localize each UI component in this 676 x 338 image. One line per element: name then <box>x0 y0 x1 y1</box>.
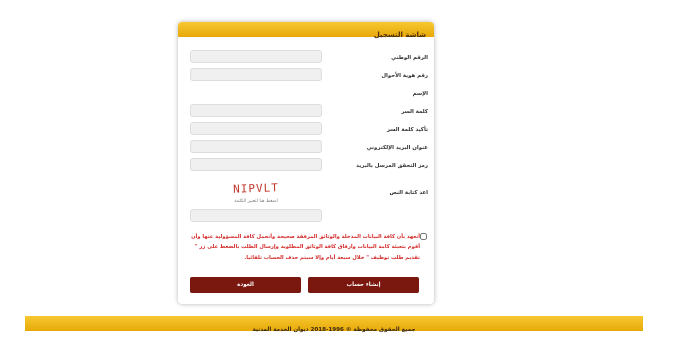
captcha-image: NIPVLT <box>232 181 280 196</box>
confirm-password-input[interactable] <box>190 122 322 135</box>
email-input[interactable] <box>190 140 322 153</box>
card-header: شاشة التسجيل <box>178 22 434 39</box>
card-title: شاشة التسجيل <box>373 31 426 39</box>
email-code-label: رمز التحقق المرسل بالبريد <box>356 163 428 169</box>
confirm-password-label: تأكيد كلمة السر <box>386 127 428 133</box>
footer-bar: جميع الحقوق محفوظة © 1996-2018 ديوان الخ… <box>25 316 643 333</box>
email-code-input[interactable] <box>190 158 322 171</box>
email-label: عنوان البريد الإلكتروني <box>366 145 428 151</box>
civil-id-label: رقم هوية الأحوال <box>381 73 428 79</box>
pledge-checkbox[interactable] <box>420 233 427 240</box>
back-button[interactable]: العودة <box>190 277 301 293</box>
name-label: الإسم <box>412 91 428 97</box>
pledge-text: أتعهد بأن كافة البيانات المدخلة والوثائق… <box>191 234 420 261</box>
national-id-label: الرقم الوطني <box>391 55 428 61</box>
civil-id-input[interactable] <box>190 68 322 81</box>
registration-card: شاشة التسجيل الرقم الوطني رقم هوية الأحو… <box>178 22 434 304</box>
refresh-captcha-link[interactable]: اضغط هنا لتغيير الكلمة <box>214 199 298 204</box>
password-input[interactable] <box>190 104 322 117</box>
national-id-input[interactable] <box>190 50 322 63</box>
captcha-label: اعد كتابة النص <box>389 190 428 196</box>
create-account-button[interactable]: إنشاء حساب <box>308 277 419 293</box>
password-label: كلمة السر <box>401 109 428 115</box>
captcha-input[interactable] <box>190 209 322 222</box>
copyright-text: جميع الحقوق محفوظة © 1996-2018 ديوان الخ… <box>252 327 416 333</box>
